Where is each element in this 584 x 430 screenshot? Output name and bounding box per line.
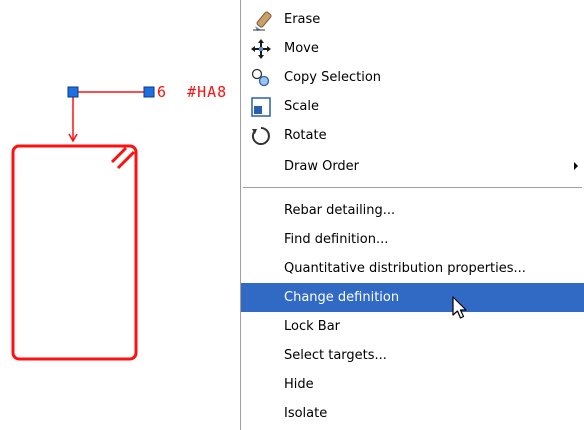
menu-item-label: Erase: [284, 12, 321, 27]
menu-item-find-definition[interactable]: Find definition...: [241, 225, 584, 254]
eraser-icon: [251, 10, 272, 31]
menu-item-copy-selection[interactable]: Copy Selection: [241, 63, 584, 92]
rotate-icon: [251, 126, 271, 146]
stirrup-hook-1: [110, 146, 128, 164]
menu-item-label: Change definition: [284, 290, 400, 305]
menu-item-label: Isolate: [284, 406, 328, 421]
menu-item-rebar-detailing[interactable]: Rebar detailing...: [241, 196, 584, 225]
scale-icon: [251, 97, 271, 117]
menu-item-label: Rebar detailing...: [284, 203, 396, 218]
menu-item-erase[interactable]: Erase: [241, 5, 584, 34]
stirrup-rebar-shape[interactable]: [11, 144, 138, 361]
rebar-drawing: [11, 86, 155, 361]
menu-item-label: Find definition...: [284, 232, 389, 247]
mouse-cursor-icon: [452, 296, 467, 319]
menu-item-change-definition[interactable]: Change definition: [241, 283, 584, 312]
rebar-mark-label[interactable]: 6 #HA8: [157, 83, 227, 101]
menu-separator: [243, 187, 582, 189]
submenu-arrow-icon: [574, 162, 578, 170]
menu-item-label: Draw Order: [284, 159, 360, 174]
menu-item-lock-bar[interactable]: Lock Bar: [241, 312, 584, 341]
menu-item-scale[interactable]: Scale: [241, 92, 584, 121]
copy-circles-icon: [251, 68, 271, 88]
menu-item-label: Hide: [284, 377, 314, 392]
move-arrows-icon: [251, 39, 271, 59]
menu-item-label: Move: [284, 41, 319, 56]
menu-item-rotate[interactable]: Rotate: [241, 121, 584, 150]
grip-start[interactable]: [67, 86, 79, 98]
menu-item-label: Scale: [284, 99, 319, 114]
menu-item-quantitative-distribution-properties[interactable]: Quantitative distribution properties...: [241, 254, 584, 283]
menu-item-label: Rotate: [284, 128, 327, 143]
menu-item-move[interactable]: Move: [241, 34, 584, 63]
menu-item-draw-order[interactable]: Draw Order: [241, 152, 584, 181]
drawing-canvas[interactable]: 6 #HA8: [0, 0, 240, 430]
menu-item-hide[interactable]: Hide: [241, 370, 584, 399]
menu-item-label: Quantitative distribution properties...: [284, 261, 526, 276]
grip-end[interactable]: [143, 86, 155, 98]
rebar-type: #HA8: [187, 83, 228, 101]
menu-item-label: Select targets...: [284, 348, 387, 363]
menu-item-label: Lock Bar: [284, 319, 341, 334]
rebar-count: 6: [157, 83, 168, 101]
menu-item-isolate[interactable]: Isolate: [241, 399, 584, 428]
menu-item-label: Copy Selection: [284, 70, 382, 85]
menu-item-select-targets[interactable]: Select targets...: [241, 341, 584, 370]
context-menu: Erase Move Copy Selection Scale Rotate D…: [240, 0, 584, 430]
